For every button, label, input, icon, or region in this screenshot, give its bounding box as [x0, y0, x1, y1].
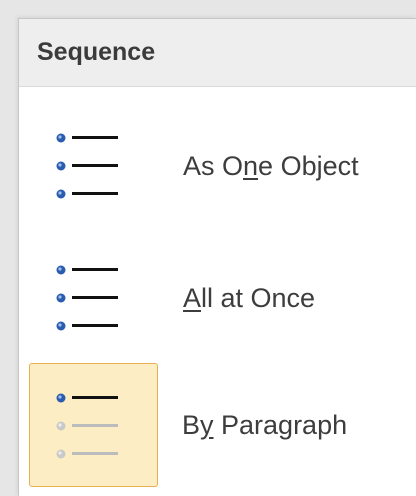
bulleted-list-icon: [56, 133, 118, 199]
all-at-once-option[interactable]: All at Once: [29, 235, 409, 359]
by-paragraph-option[interactable]: [29, 363, 158, 487]
as-one-object-label: As One Object: [183, 151, 359, 181]
bulleted-list-partial-icon: [56, 393, 118, 459]
panel-header: Sequence: [19, 19, 416, 87]
panel-title: Sequence: [37, 38, 156, 66]
sequence-panel: Sequence As One Object All at Once By Pa…: [18, 18, 416, 496]
by-paragraph-label: By Paragraph: [182, 410, 348, 440]
as-one-object-option[interactable]: As One Object: [29, 103, 409, 227]
bulleted-list-icon: [56, 265, 118, 331]
all-at-once-label: All at Once: [183, 283, 316, 313]
